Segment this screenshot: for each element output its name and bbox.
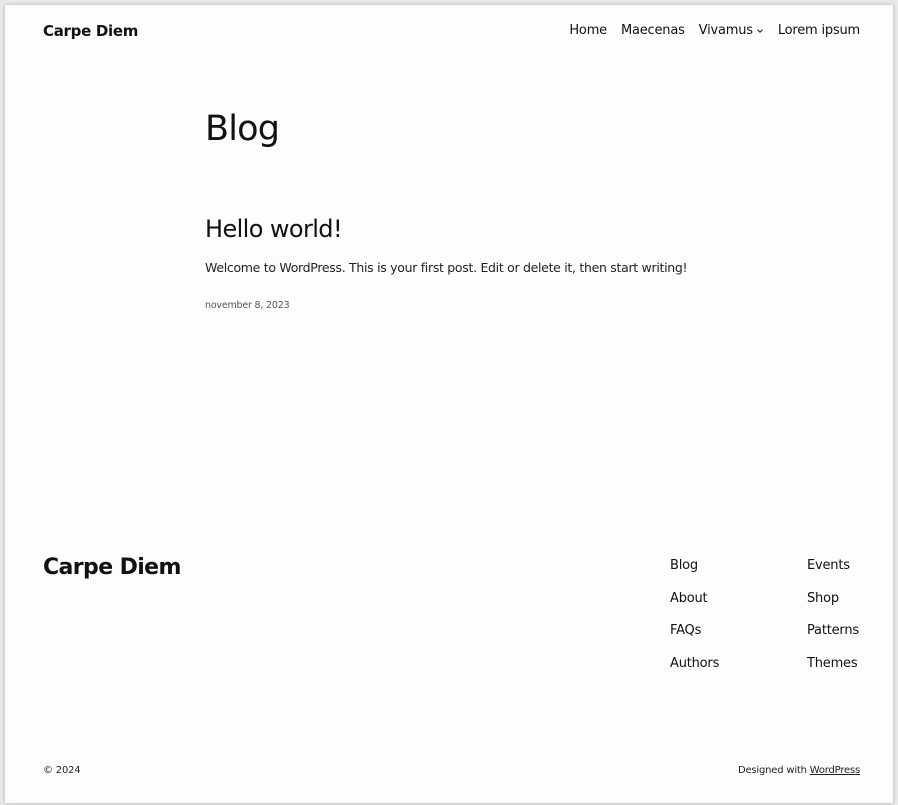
- nav-item-lorem-ipsum[interactable]: Lorem ipsum: [778, 23, 860, 38]
- footer-nav-column-1: Blog About FAQs Authors: [670, 557, 719, 672]
- nav-item-label: Lorem ipsum: [777, 23, 860, 38]
- chevron-down-icon[interactable]: [756, 27, 764, 35]
- footer-link-blog[interactable]: Blog: [670, 557, 719, 575]
- nav-item-label: Maecenas: [620, 23, 685, 38]
- site-title[interactable]: Carpe Diem: [43, 22, 138, 40]
- footer-link-shop[interactable]: Shop: [807, 590, 859, 608]
- copyright: © 2024: [43, 765, 81, 776]
- nav-item-home[interactable]: Home: [569, 23, 607, 38]
- footer-nav-column-2: Events Shop Patterns Themes: [807, 557, 859, 672]
- post-title-link[interactable]: Hello world!: [205, 215, 343, 243]
- nav-item-vivamus[interactable]: Vivamus: [699, 23, 764, 38]
- browser-page: Carpe Diem Home Maecenas Vivamus Lorem i…: [5, 5, 893, 803]
- nav-item-label: Vivamus: [698, 23, 753, 38]
- footer-link-patterns[interactable]: Patterns: [807, 622, 859, 640]
- footer-link-events[interactable]: Events: [807, 557, 859, 575]
- page-title: Blog: [205, 109, 280, 149]
- credit-prefix: Designed with: [737, 765, 807, 776]
- main-navigation: Home Maecenas Vivamus Lorem ipsum: [569, 23, 860, 38]
- nav-item-maecenas[interactable]: Maecenas: [621, 23, 685, 38]
- footer-link-about[interactable]: About: [670, 590, 719, 608]
- nav-item-label: Home: [569, 23, 607, 38]
- post-excerpt: Welcome to WordPress. This is your first…: [205, 260, 688, 275]
- footer-site-title[interactable]: Carpe Diem: [43, 555, 181, 580]
- footer-link-themes[interactable]: Themes: [807, 655, 859, 673]
- footer-link-faqs[interactable]: FAQs: [670, 622, 719, 640]
- post-date: november 8, 2023: [205, 300, 290, 311]
- footer-credit: Designed with WordPress: [738, 765, 860, 776]
- wordpress-link[interactable]: WordPress: [810, 765, 860, 776]
- footer-link-authors[interactable]: Authors: [670, 655, 719, 673]
